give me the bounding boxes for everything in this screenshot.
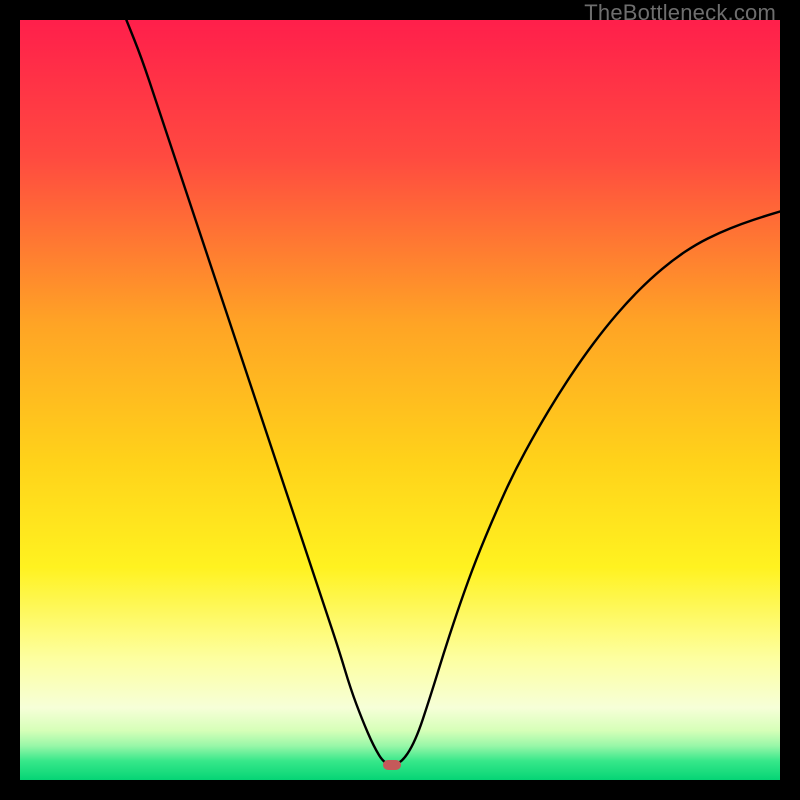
chart-frame [20,20,780,780]
watermark-label: TheBottleneck.com [584,0,776,26]
gradient-background [20,20,780,780]
optimum-marker [383,760,401,770]
chart-svg [20,20,780,780]
